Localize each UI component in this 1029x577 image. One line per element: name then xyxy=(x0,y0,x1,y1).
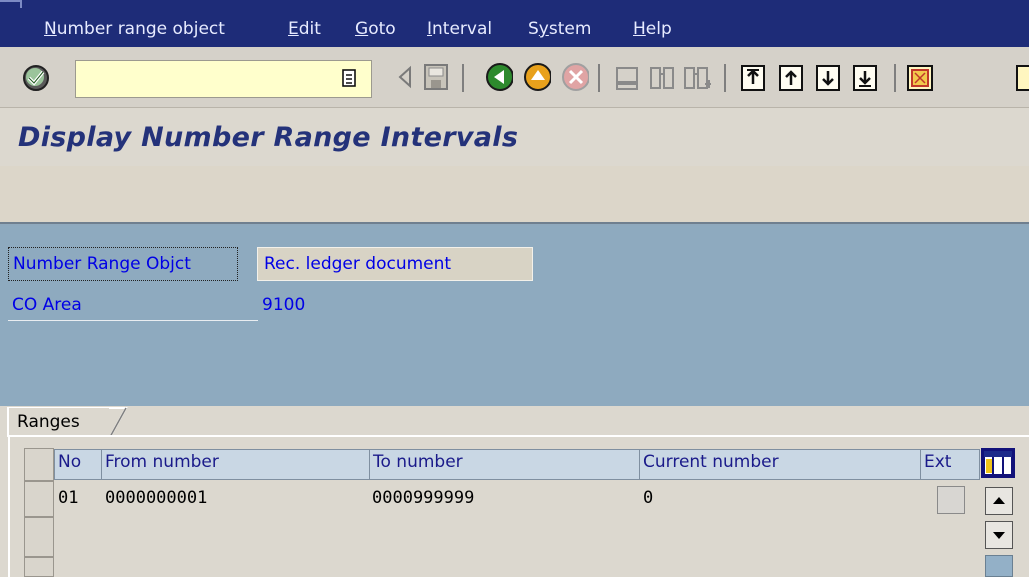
first-page-icon[interactable] xyxy=(738,60,768,94)
find-next-icon[interactable] xyxy=(681,60,711,94)
command-input[interactable] xyxy=(76,61,330,97)
menu-label: S xyxy=(528,19,539,39)
column-header-to-number[interactable]: To number xyxy=(369,449,640,480)
find-icon[interactable] xyxy=(646,60,676,94)
menu-goto[interactable]: Goto xyxy=(355,19,396,39)
toolbar-separator xyxy=(462,64,464,92)
window-corner xyxy=(0,0,22,8)
column-header-no[interactable]: No xyxy=(54,449,102,480)
table-settings-icon[interactable] xyxy=(981,448,1015,478)
row-selector[interactable] xyxy=(24,481,54,517)
exit-icon[interactable] xyxy=(521,60,551,94)
last-page-icon[interactable] xyxy=(850,60,880,94)
column-header-ext[interactable]: Ext xyxy=(920,449,980,480)
column-header-from-number[interactable]: From number xyxy=(101,449,370,480)
menu-accel: y xyxy=(538,19,549,39)
enter-icon[interactable] xyxy=(18,60,54,96)
ext-checkbox[interactable] xyxy=(937,486,965,514)
scroll-up-icon xyxy=(993,497,1005,504)
menu-label: elp xyxy=(645,19,672,39)
tab-ranges[interactable]: Ranges xyxy=(9,408,109,436)
scroll-down-icon xyxy=(993,532,1005,539)
generate-shortcut-icon[interactable] xyxy=(1016,60,1029,94)
menu-number-range-object[interactable]: Number range object xyxy=(44,19,225,39)
scroll-up-button[interactable] xyxy=(985,487,1013,515)
menu-interval[interactable]: Interval xyxy=(427,19,492,39)
menu-accel: G xyxy=(355,19,369,39)
cell-current-number[interactable]: 0 xyxy=(643,488,653,508)
back-arrow-icon[interactable] xyxy=(390,60,420,94)
command-field[interactable] xyxy=(75,60,372,98)
select-all-cell[interactable] xyxy=(24,448,54,481)
table-settings-glyph xyxy=(983,450,1013,476)
previous-page-icon[interactable] xyxy=(776,60,806,94)
cancel-icon[interactable] xyxy=(559,60,589,94)
menu-system[interactable]: System xyxy=(528,19,591,39)
scrollbar-thumb[interactable] xyxy=(985,555,1013,577)
row-selector[interactable] xyxy=(24,557,54,577)
save-icon[interactable] xyxy=(421,60,451,94)
menu-accel: E xyxy=(288,19,299,39)
toolbar-separator xyxy=(894,64,896,92)
cell-from-number[interactable]: 0000000001 xyxy=(105,488,207,508)
cell-to-number[interactable]: 0000999999 xyxy=(372,488,474,508)
scroll-down-button[interactable] xyxy=(985,521,1013,549)
menu-edit[interactable]: Edit xyxy=(288,19,321,39)
back-icon[interactable] xyxy=(483,60,513,94)
application-toolbar xyxy=(0,166,1029,224)
menu-accel: N xyxy=(44,19,57,39)
menu-help[interactable]: Help xyxy=(633,19,672,39)
create-session-icon[interactable] xyxy=(905,60,935,94)
next-page-icon[interactable] xyxy=(813,60,843,94)
menu-label: stem xyxy=(548,19,592,39)
page-title: Display Number Range Intervals xyxy=(18,122,519,153)
co-area-label[interactable]: CO Area xyxy=(8,293,258,321)
number-range-object-value: Rec. ledger document xyxy=(257,247,533,281)
command-history-icon[interactable] xyxy=(342,69,358,89)
co-area-value: 9100 xyxy=(262,295,306,315)
cell-no[interactable]: 01 xyxy=(58,488,78,508)
toolbar-separator xyxy=(724,64,726,92)
number-range-object-label[interactable]: Number Range Objct xyxy=(8,247,238,281)
menu-accel: H xyxy=(633,19,646,39)
toolbar-separator xyxy=(598,64,600,92)
menu-label: dit xyxy=(298,19,321,39)
menu-label: umber range object xyxy=(56,19,225,39)
column-header-current-number[interactable]: Current number xyxy=(639,449,921,480)
row-selector[interactable] xyxy=(24,517,54,557)
menu-label: oto xyxy=(368,19,396,39)
menu-bar: Number range object Edit Goto Interval S… xyxy=(0,0,1029,47)
print-icon[interactable] xyxy=(612,60,642,94)
menu-label: nterval xyxy=(432,19,493,39)
